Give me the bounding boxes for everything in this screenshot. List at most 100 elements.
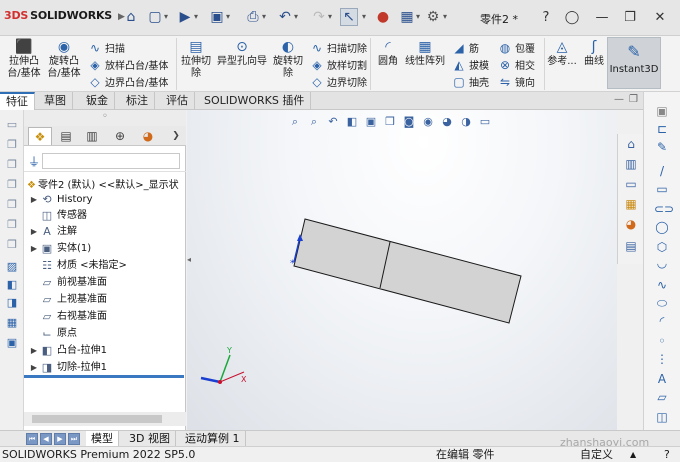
tab-sketch[interactable]: 草图 <box>38 92 73 110</box>
graphics-area[interactable]: ⌕ ⌕ ↶ ◧ ▣ ❒ ◙ ◉ ◕ ◑ ▭ ◂ * Y X <box>187 110 617 430</box>
slot-icon[interactable]: ⊂⊃ <box>654 202 674 216</box>
tree-item-top-plane[interactable]: ▱ 上视基准面 <box>40 292 107 308</box>
minimize-doc-icon[interactable]: — <box>614 94 624 110</box>
sketch-icon[interactable]: ✎ <box>654 140 670 154</box>
sweep-button[interactable]: ∿ 扫描 <box>88 40 125 56</box>
text-icon[interactable]: A <box>654 372 670 386</box>
copy-icon[interactable]: ❐ <box>4 218 20 232</box>
block-icon[interactable]: ◫ <box>654 410 670 424</box>
home-icon[interactable]: ⌂ <box>122 8 140 26</box>
panel-horizontal-scrollbar[interactable] <box>24 412 186 426</box>
restore-doc-icon[interactable]: ❐ <box>629 94 638 110</box>
copy-icon[interactable]: ❐ <box>4 138 20 152</box>
configuration-manager-tab-icon[interactable]: ▥ <box>80 127 104 145</box>
new-document-icon[interactable]: ▢ <box>146 8 164 26</box>
options-gear-icon[interactable]: ⚙ <box>424 8 442 26</box>
status-help[interactable]: ? <box>664 447 670 462</box>
tab-evaluate[interactable]: 评估 <box>160 92 195 110</box>
first-tab-icon[interactable]: ⏮ <box>26 433 38 445</box>
rectangle-icon[interactable]: ▭ <box>654 182 670 196</box>
scrollbar-thumb[interactable] <box>32 415 162 423</box>
open-icon[interactable]: ▶ <box>176 8 194 26</box>
tree-root-part[interactable]: ❖ 零件2 (默认) <<默认>_显示状 <box>27 176 179 191</box>
units-selector[interactable]: 自定义 <box>580 447 613 462</box>
panel-grip[interactable]: ◦ <box>24 110 186 126</box>
tree-item-annotations[interactable]: ▶ A 注解 <box>28 224 77 240</box>
select-icon[interactable]: ↖ <box>340 8 358 26</box>
next-tab-icon[interactable]: ▶ <box>54 433 66 445</box>
polygon-icon[interactable]: ⬡ <box>654 240 670 254</box>
section-icon[interactable]: ◧ <box>4 278 20 292</box>
tree-item-history[interactable]: ▶ ⟲ History <box>28 192 93 208</box>
arc-icon[interactable]: ◡ <box>654 256 670 270</box>
tab-sheet-metal[interactable]: 钣金 <box>80 92 115 110</box>
copy-icon[interactable]: ❐ <box>4 158 20 172</box>
dimxpert-tab-icon[interactable]: ⊕ <box>108 127 132 145</box>
help-icon[interactable]: ? <box>536 8 556 26</box>
measure-icon[interactable]: ▨ <box>4 260 20 274</box>
tab-3d-views[interactable]: 3D 视图 <box>124 431 176 447</box>
prev-tab-icon[interactable]: ◀ <box>40 433 52 445</box>
plane-icon[interactable]: ▱ <box>654 390 670 404</box>
filter-icon[interactable]: ⏚ <box>28 153 40 170</box>
minimize-button[interactable]: — <box>592 8 612 26</box>
ellipse-icon[interactable]: ⬭ <box>654 296 670 310</box>
tab-solidworks-addins[interactable]: SOLIDWORKS 插件 <box>198 92 312 110</box>
circle-icon[interactable]: ◯ <box>654 220 670 234</box>
filter-input[interactable] <box>42 153 180 169</box>
intersect-button[interactable]: ⊗ 相交 <box>498 57 535 73</box>
linear-pattern-button[interactable]: ▦ 线性阵列 <box>404 39 446 68</box>
tree-item-solid-bodies[interactable]: ▶ ▣ 实体(1) <box>28 241 91 257</box>
units-caret-icon[interactable]: ▲ <box>630 447 636 462</box>
expand-icon[interactable]: ▶ <box>28 224 40 240</box>
save-icon[interactable]: ▣ <box>208 8 226 26</box>
extruded-boss-button[interactable]: ⬛ 拉伸凸 台/基体 <box>6 39 42 80</box>
restore-button[interactable]: ❐ <box>620 8 640 26</box>
dimension-icon[interactable]: ▣ <box>654 104 670 118</box>
chevron-down-icon[interactable]: ▾ <box>194 12 198 21</box>
print-icon[interactable]: ⎙ <box>244 8 262 26</box>
redo-icon[interactable]: ↷ <box>310 8 328 26</box>
smart-dimension-icon[interactable]: ⊏ <box>654 122 670 136</box>
check-icon[interactable]: ▦ <box>4 316 20 330</box>
chevron-down-icon[interactable]: ▾ <box>362 12 366 21</box>
copy-icon[interactable]: ❐ <box>4 198 20 212</box>
curves-button[interactable]: ʃ 曲线 <box>580 39 608 68</box>
chevron-down-icon[interactable]: ▾ <box>164 12 168 21</box>
panel-expand-icon[interactable]: ❯ <box>164 127 188 145</box>
tab-features[interactable]: 特征 <box>0 92 35 110</box>
close-button[interactable]: ✕ <box>650 8 670 26</box>
tree-item-right-plane[interactable]: ▱ 右视基准面 <box>40 309 107 325</box>
user-icon[interactable]: ◯ <box>562 8 582 26</box>
boundary-cut-button[interactable]: ◇ 边界切除 <box>310 74 367 90</box>
spline-icon[interactable]: ∿ <box>654 278 670 292</box>
mirror-button[interactable]: ⇋ 镜向 <box>498 74 535 90</box>
chevron-down-icon[interactable]: ▾ <box>416 12 420 21</box>
lofted-cut-button[interactable]: ◈ 放样切割 <box>310 57 367 73</box>
traffic-light-icon[interactable]: ● <box>374 8 392 26</box>
rollback-bar[interactable] <box>24 375 184 378</box>
part-body[interactable] <box>293 218 522 324</box>
tab-markup[interactable]: 标注 <box>120 92 155 110</box>
view-icon[interactable]: ▣ <box>4 336 20 350</box>
solidworks-resources-icon[interactable]: ⌂ <box>623 136 639 152</box>
chevron-down-icon[interactable]: ▾ <box>294 12 298 21</box>
last-tab-icon[interactable]: ⏭ <box>68 433 80 445</box>
tree-item-sensors[interactable]: ◫ 传感器 <box>40 208 87 224</box>
extruded-cut-button[interactable]: ▤ 拉伸切 除 <box>178 39 214 80</box>
design-library-icon[interactable]: ▥ <box>623 156 639 172</box>
rebuild-icon[interactable]: ▦ <box>398 8 416 26</box>
centerline-icon[interactable]: ⋮ <box>654 352 670 366</box>
hole-wizard-button[interactable]: ⊙ 异型孔向导 <box>216 39 268 68</box>
reference-geometry-button[interactable]: ◬ 参考... <box>546 39 578 68</box>
copy-icon[interactable]: ❐ <box>4 178 20 192</box>
appearances-icon[interactable]: ◕ <box>623 216 639 232</box>
loft-button[interactable]: ◈ 放样凸台/基体 <box>88 57 168 73</box>
draft-button[interactable]: ◭ 拔模 <box>452 57 489 73</box>
fillet-icon[interactable]: ◜ <box>654 314 670 328</box>
display-manager-tab-icon[interactable]: ◕ <box>136 127 160 145</box>
expand-icon[interactable]: ▶ <box>28 360 40 376</box>
tree-item-front-plane[interactable]: ▱ 前视基准面 <box>40 275 107 291</box>
wrap-button[interactable]: ◍ 包覆 <box>498 40 535 56</box>
tree-item-material[interactable]: ☷ 材质 <未指定> <box>40 258 127 274</box>
